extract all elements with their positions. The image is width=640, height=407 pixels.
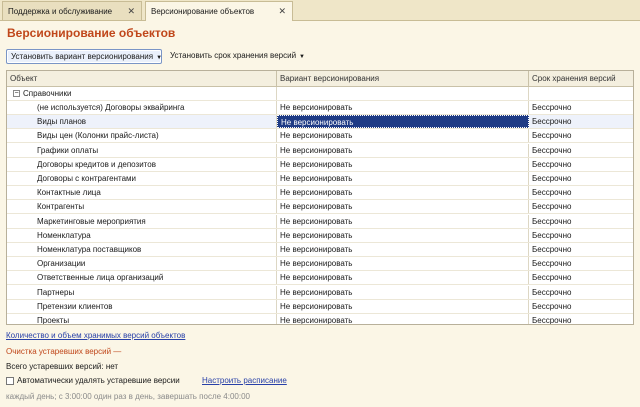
table-row[interactable]: Партнеры Не версионировать Бессрочно: [7, 285, 633, 300]
dropdown-caret-icon: ▼: [299, 54, 305, 60]
period-cell[interactable]: Бессрочно: [529, 144, 633, 157]
table-row[interactable]: Номенклатура поставщиков Не версионироват…: [7, 243, 633, 257]
group-variant-cell: [277, 87, 529, 100]
period-cell[interactable]: Бессрочно: [529, 229, 633, 242]
variant-cell[interactable]: Не версионировать: [277, 186, 529, 200]
object-cell[interactable]: Договоры кредитов и депозитов: [7, 157, 277, 171]
period-cell[interactable]: Бессрочно: [529, 115, 633, 129]
cleanup-section-title: Очистка устаревших версий —: [6, 347, 122, 356]
object-cell[interactable]: Ответственные лица организаций: [7, 271, 277, 285]
period-cell[interactable]: Бессрочно: [529, 257, 633, 270]
auto-delete-row: Автоматически удалять устаревшие версии: [6, 376, 180, 385]
period-cell[interactable]: Бессрочно: [529, 300, 633, 313]
variant-cell[interactable]: Не версионировать: [277, 200, 529, 214]
period-cell[interactable]: Бессрочно: [529, 271, 633, 284]
variant-cell[interactable]: Не версионировать: [277, 257, 529, 271]
table-row[interactable]: Виды цен (Колонки прайс-листа) Не версион…: [7, 129, 633, 144]
tab-versioning-label: Версионирование объектов: [151, 7, 255, 16]
group-row[interactable]: − Справочники: [7, 87, 633, 101]
set-variant-label: Установить вариант версионирования: [11, 52, 154, 61]
dropdown-caret-icon: ▼: [156, 55, 163, 61]
collapse-icon[interactable]: −: [13, 90, 20, 98]
table-row[interactable]: Договоры кредитов и депозитов Не версиони…: [7, 157, 633, 172]
variant-cell[interactable]: Не версионировать: [277, 101, 529, 114]
period-cell[interactable]: Бессрочно: [529, 186, 633, 199]
variant-cell[interactable]: Не версионировать: [277, 243, 529, 256]
column-header-object[interactable]: Объект: [7, 71, 277, 86]
variant-cell[interactable]: Не версионировать: [277, 271, 529, 285]
schedule-link[interactable]: Настроить расписание: [202, 376, 287, 385]
variant-cell[interactable]: Не версионировать: [277, 299, 529, 313]
object-cell[interactable]: Виды планов: [7, 115, 277, 129]
table-row[interactable]: Договоры с контрагентами Не версионироват…: [7, 172, 633, 186]
period-cell[interactable]: Бессрочно: [529, 314, 633, 324]
tab-support[interactable]: Поддержка и обслуживание ✕: [2, 1, 142, 20]
variant-cell[interactable]: Не версионировать: [277, 143, 529, 157]
table-row[interactable]: Маркетинговые мероприятия Не версионирова…: [7, 214, 633, 229]
variant-cell[interactable]: Не версионировать: [277, 214, 529, 228]
variant-cell[interactable]: Не версионировать: [277, 172, 529, 185]
set-variant-button[interactable]: Установить вариант версионирования ▼: [6, 49, 162, 64]
versioning-table[interactable]: Объект Вариант версионирования Срок хран…: [6, 70, 634, 325]
table-header: Объект Вариант версионирования Срок хран…: [7, 71, 633, 87]
period-cell[interactable]: Бессрочно: [529, 286, 633, 299]
object-cell[interactable]: Претензии клиентов: [7, 299, 277, 313]
column-header-period[interactable]: Срок хранения версий: [529, 71, 633, 86]
variant-cell[interactable]: Не версионировать: [277, 129, 529, 143]
table-row[interactable]: (не используется) Договоры эквайринга Не …: [7, 101, 633, 115]
object-cell[interactable]: Виды цен (Колонки прайс-листа): [7, 129, 277, 143]
period-cell[interactable]: Бессрочно: [529, 215, 633, 228]
object-cell[interactable]: Маркетинговые мероприятия: [7, 214, 277, 228]
obsolete-versions-count: Всего устаревших версий: нет: [6, 362, 119, 371]
close-icon[interactable]: ✕: [278, 6, 286, 17]
tab-bar: Поддержка и обслуживание ✕ Версионирован…: [0, 0, 640, 21]
period-cell[interactable]: Бессрочно: [529, 172, 633, 185]
table-row[interactable]: Претензии клиентов Не версионировать Бесср…: [7, 299, 633, 314]
object-cell[interactable]: (не используется) Договоры эквайринга: [7, 101, 277, 114]
period-cell[interactable]: Бессрочно: [529, 200, 633, 213]
variant-cell[interactable]: Не версионировать: [277, 228, 529, 242]
object-cell[interactable]: Номенклатура: [7, 228, 277, 242]
table-row[interactable]: Номенклатура Не версионировать Бессрочно: [7, 228, 633, 243]
group-cell: − Справочники: [7, 87, 277, 100]
table-row[interactable]: Проекты Не версионировать Бессрочно: [7, 314, 633, 324]
object-cell[interactable]: Партнеры: [7, 285, 277, 299]
object-cell[interactable]: Графики оплаты: [7, 143, 277, 157]
object-cell[interactable]: Проекты: [7, 314, 277, 324]
period-cell[interactable]: Бессрочно: [529, 243, 633, 256]
object-cell[interactable]: Номенклатура поставщиков: [7, 243, 277, 256]
variant-cell[interactable]: Не версионировать: [277, 285, 529, 299]
table-row[interactable]: Виды планов Не версионировать Бессрочно: [7, 115, 633, 130]
period-cell[interactable]: Бессрочно: [529, 129, 633, 142]
page-title: Версионирование объектов: [7, 26, 176, 40]
group-period-cell: [529, 87, 633, 100]
set-period-label: Установить срок хранения версий: [170, 51, 297, 60]
tab-support-label: Поддержка и обслуживание: [8, 6, 113, 16]
set-period-button[interactable]: Установить срок хранения версий ▼: [166, 49, 309, 64]
variant-cell[interactable]: Не версионировать: [277, 115, 529, 129]
table-row[interactable]: Ответственные лица организаций Не версион…: [7, 271, 633, 286]
period-cell[interactable]: Бессрочно: [529, 101, 633, 114]
table-row[interactable]: Контактные лица Не версионировать Бессрочн…: [7, 186, 633, 201]
close-icon[interactable]: ✕: [127, 6, 135, 17]
table-row[interactable]: Контрагенты Не версионировать Бессрочно: [7, 200, 633, 215]
auto-delete-checkbox[interactable]: [6, 376, 14, 385]
versions-stats-link[interactable]: Количество и объем хранимых версий объек…: [6, 331, 185, 340]
object-cell[interactable]: Контактные лица: [7, 186, 277, 200]
variant-cell[interactable]: Не версионировать: [277, 314, 529, 324]
auto-delete-label[interactable]: Автоматически удалять устаревшие версии: [17, 376, 180, 385]
object-cell[interactable]: Организации: [7, 257, 277, 271]
schedule-text: каждый день; с 3:00:00 один раз в день, …: [6, 392, 250, 401]
object-cell[interactable]: Контрагенты: [7, 200, 277, 214]
variant-cell[interactable]: Не версионировать: [277, 157, 529, 171]
group-label: Справочники: [23, 89, 72, 98]
tab-versioning[interactable]: Версионирование объектов ✕: [145, 1, 293, 21]
table-row[interactable]: Графики оплаты Не версионировать Бессрочно: [7, 143, 633, 158]
column-header-variant[interactable]: Вариант версионирования: [277, 71, 529, 86]
table-row[interactable]: Организации Не версионировать Бессрочно: [7, 257, 633, 272]
object-cell[interactable]: Договоры с контрагентами: [7, 172, 277, 185]
period-cell[interactable]: Бессрочно: [529, 158, 633, 171]
